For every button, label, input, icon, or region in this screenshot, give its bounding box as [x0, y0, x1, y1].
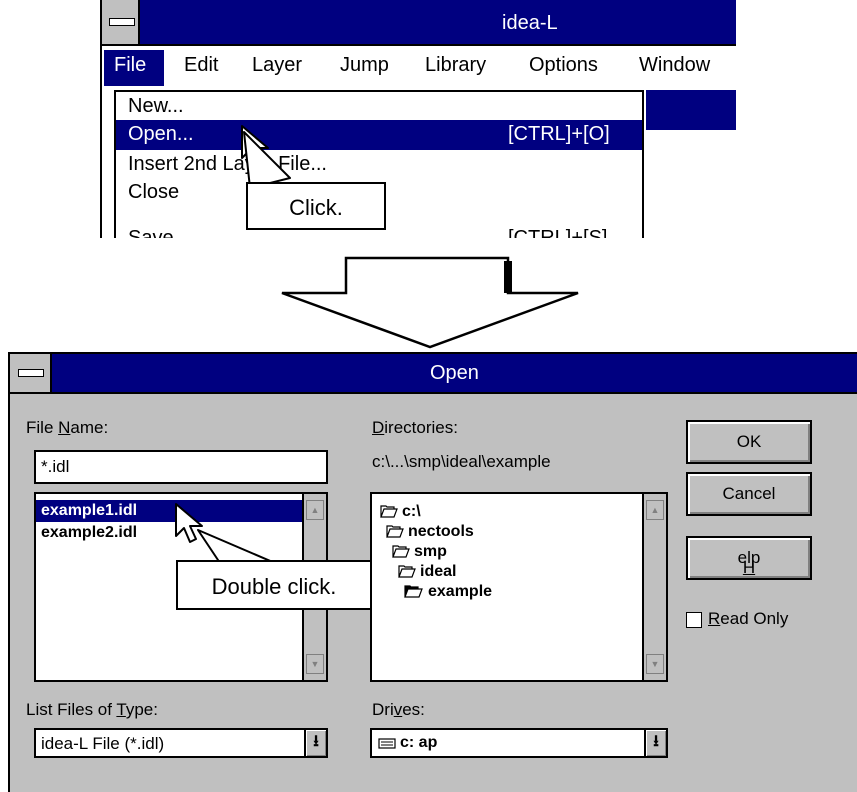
- list-item[interactable]: example: [404, 582, 624, 602]
- menu-item-label: Close: [128, 181, 180, 203]
- double-click-callout: Double click.: [176, 560, 372, 610]
- list-item[interactable]: ideal: [398, 562, 618, 582]
- list-type-label: List Files of Type:: [26, 700, 158, 719]
- open-folder-icon: [398, 565, 416, 578]
- open-folder-selected-icon: [404, 585, 423, 598]
- read-only-checkbox[interactable]: [686, 612, 702, 628]
- list-item[interactable]: smp: [392, 542, 612, 562]
- drive-value: c: ap: [400, 734, 438, 751]
- menu-item-insert-2nd-layer[interactable]: Insert 2nd Layer File...: [116, 150, 642, 180]
- dialog-system-menu-button[interactable]: [10, 354, 52, 392]
- down-arrow-icon: [281, 256, 579, 349]
- ok-button[interactable]: OK: [686, 420, 812, 464]
- menu-item-open[interactable]: Open... [CTRL]+[O]: [116, 120, 642, 150]
- help-button-label: Help: [737, 548, 761, 577]
- click-callout-text: Click.: [289, 195, 343, 220]
- background-window-titlebar: [646, 90, 736, 130]
- list-item[interactable]: nectools: [386, 522, 606, 542]
- scroll-up-icon[interactable]: ▲: [646, 500, 664, 520]
- drives-label: Drives:: [372, 700, 425, 719]
- directory-list-scrollbar[interactable]: ▲ ▼: [642, 494, 666, 680]
- file-name-label: File Name:: [26, 418, 109, 437]
- drives-select[interactable]: c: ap ⭳: [370, 728, 668, 758]
- read-only-label: Read Only: [708, 609, 789, 628]
- help-button[interactable]: Help: [686, 536, 812, 580]
- ok-button-label: OK: [736, 432, 762, 451]
- menu-options[interactable]: Options: [529, 54, 598, 77]
- cancel-button-label: Cancel: [722, 484, 776, 503]
- system-menu-icon: [109, 18, 135, 26]
- dialog-title: Open: [430, 362, 479, 384]
- open-folder-icon: [392, 545, 410, 558]
- file-type-value: idea-L File (*.idl): [41, 734, 165, 753]
- dialog-titlebar[interactable]: Open: [10, 354, 857, 394]
- scroll-down-icon[interactable]: ▼: [646, 654, 664, 674]
- menu-file[interactable]: File: [104, 50, 164, 86]
- directory-label: smp: [414, 543, 447, 560]
- menu-item-shortcut: [CTRL]+[O]: [508, 123, 610, 145]
- file-name-value: *.idl: [41, 457, 70, 476]
- scroll-up-icon[interactable]: ▲: [306, 500, 324, 520]
- file-name-input[interactable]: *.idl: [34, 450, 328, 484]
- file-item-label: example2.idl: [41, 524, 138, 541]
- directory-label: example: [428, 583, 493, 600]
- dropdown-arrow-icon[interactable]: ⭳: [644, 730, 666, 756]
- list-item[interactable]: c:\: [380, 502, 600, 522]
- menu-item-label: New...: [128, 95, 184, 117]
- system-menu-icon: [18, 369, 44, 377]
- directory-label: ideal: [420, 563, 457, 580]
- directory-label: nectools: [408, 523, 474, 540]
- app-window: idea-L File Edit Layer Jump Library Opti…: [100, 0, 736, 238]
- current-directory: c:\...\smp\ideal\example: [372, 452, 551, 471]
- list-item[interactable]: example1.idl: [36, 500, 302, 522]
- menu-jump[interactable]: Jump: [340, 54, 389, 77]
- system-menu-button[interactable]: [102, 0, 140, 44]
- dropdown-arrow-icon[interactable]: ⭳: [304, 730, 326, 756]
- double-click-callout-text: Double click.: [211, 574, 337, 599]
- menu-library[interactable]: Library: [425, 54, 486, 77]
- directories-label: Directories:: [372, 418, 458, 437]
- menu-file-label: File: [114, 54, 147, 76]
- cancel-button[interactable]: Cancel: [686, 472, 812, 516]
- menu-item-new[interactable]: New...: [116, 92, 642, 122]
- menu-item-label: Save: [128, 227, 174, 238]
- directory-label: c:\: [402, 503, 421, 520]
- menu-item-shortcut: [CTRL]+[S]: [508, 227, 608, 238]
- directory-list[interactable]: c:\ nectools smp ideal example ▲ ▼: [370, 492, 668, 682]
- menu-edit[interactable]: Edit: [184, 54, 218, 77]
- click-callout: Click.: [246, 182, 386, 230]
- menu-bar: File Edit Layer Jump Library Options Win…: [102, 46, 736, 90]
- menu-layer[interactable]: Layer: [252, 54, 302, 77]
- background-window: [646, 130, 736, 238]
- app-title: idea-L: [502, 12, 558, 34]
- file-item-label: example1.idl: [41, 502, 138, 519]
- open-folder-icon: [380, 505, 398, 518]
- callout-tail: [243, 131, 291, 189]
- app-titlebar[interactable]: idea-L: [102, 0, 736, 46]
- menu-item-label: Open...: [128, 123, 194, 145]
- scroll-down-icon[interactable]: ▼: [306, 654, 324, 674]
- hard-drive-icon: [378, 738, 396, 749]
- file-type-select[interactable]: idea-L File (*.idl) ⭳: [34, 728, 328, 758]
- open-dialog: Open File Name: *.idl example1.idl examp…: [8, 352, 857, 792]
- menu-window[interactable]: Window: [639, 54, 710, 77]
- open-folder-icon: [386, 525, 404, 538]
